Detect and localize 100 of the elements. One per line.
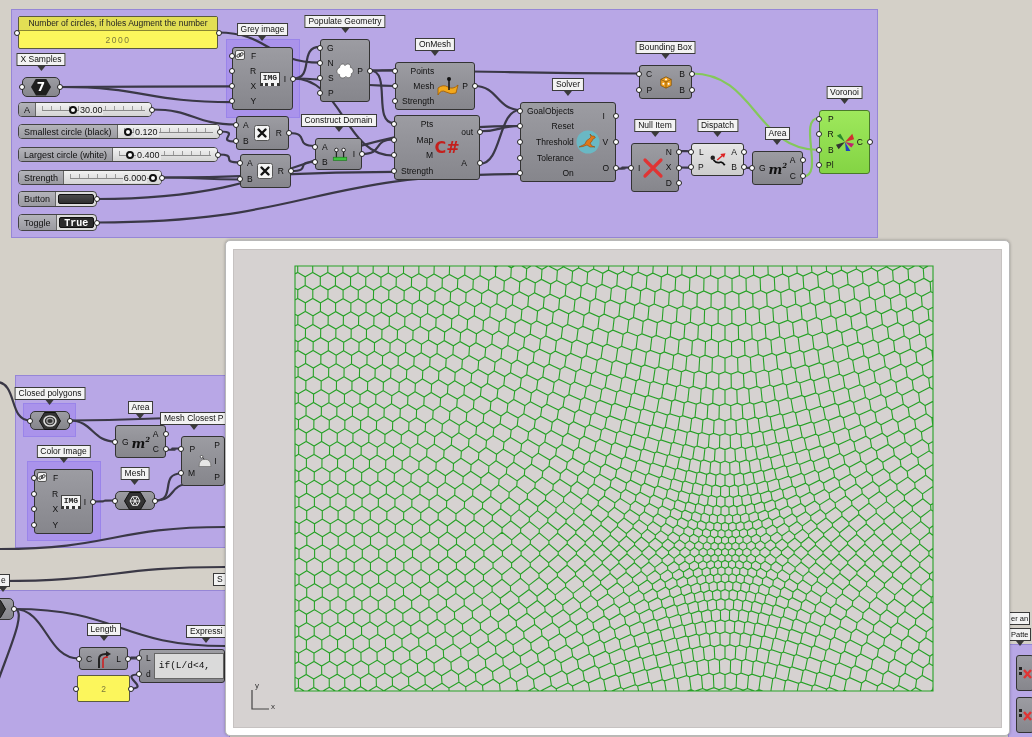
port-icon[interactable] (136, 671, 142, 677)
component-node[interactable]: I N X D (631, 143, 679, 192)
port-icon[interactable] (31, 490, 37, 497)
port-icon[interactable] (31, 506, 37, 513)
port-icon[interactable] (312, 143, 318, 150)
slider-track[interactable]: 0.120 (117, 125, 219, 138)
toggle-node[interactable]: Toggle True (18, 214, 97, 231)
component-node[interactable]: A B R (236, 116, 289, 150)
component-node[interactable]: C P B B (639, 65, 692, 99)
port-icon[interactable] (163, 446, 169, 453)
port-icon[interactable] (73, 685, 79, 692)
port-icon[interactable] (94, 196, 100, 202)
component-node[interactable]: F R X Y IMG I (232, 47, 293, 110)
port-icon[interactable] (689, 87, 695, 93)
port-icon[interactable] (741, 148, 747, 155)
port-icon[interactable] (392, 67, 398, 74)
port-icon[interactable] (317, 44, 323, 51)
slider-thumb[interactable] (126, 150, 135, 159)
component-node[interactable]: A B R (240, 154, 291, 188)
port-icon[interactable] (229, 52, 235, 59)
port-icon[interactable] (317, 90, 323, 97)
component-node[interactable]: A B I (315, 138, 362, 170)
port-icon[interactable] (14, 29, 20, 36)
slider-track[interactable]: 0.400 (113, 148, 217, 161)
component-node[interactable] (1016, 697, 1032, 733)
slider-thumb[interactable] (68, 105, 77, 114)
component-node[interactable]: C L (79, 647, 128, 670)
component-node[interactable]: GoalObjects Reset Threshold Tolerance On I V O (520, 102, 616, 182)
port-icon[interactable] (359, 151, 365, 157)
component-node[interactable] (1016, 655, 1032, 691)
port-icon[interactable] (517, 139, 523, 145)
slider-track[interactable]: 30.00 (36, 103, 151, 116)
port-icon[interactable] (800, 157, 806, 163)
component-node[interactable]: F R X Y IMG I (34, 469, 93, 534)
button-node[interactable]: Button (18, 191, 97, 207)
port-icon[interactable] (367, 67, 373, 74)
port-icon[interactable] (57, 84, 63, 90)
port-icon[interactable] (391, 152, 397, 159)
port-icon[interactable] (517, 170, 523, 177)
port-icon[interactable] (477, 160, 483, 167)
port-icon[interactable] (613, 113, 619, 119)
port-icon[interactable] (152, 497, 158, 504)
port-icon[interactable] (233, 122, 239, 128)
port-icon[interactable] (229, 83, 235, 90)
port-icon[interactable] (90, 498, 96, 505)
port-icon[interactable] (159, 174, 165, 181)
port-icon[interactable] (128, 685, 134, 692)
port-icon[interactable] (215, 151, 221, 158)
port-icon[interactable] (237, 176, 243, 182)
port-icon[interactable] (816, 131, 822, 138)
number-slider[interactable]: Strength 6.000 (18, 170, 162, 185)
port-icon[interactable] (816, 146, 822, 153)
port-icon[interactable] (31, 522, 37, 529)
port-icon[interactable] (676, 180, 682, 187)
port-icon[interactable] (392, 83, 398, 89)
port-icon[interactable] (229, 98, 235, 105)
viewport-background[interactable]: y x (233, 249, 1002, 728)
param-node[interactable] (30, 411, 70, 430)
port-icon[interactable] (178, 470, 184, 476)
port-icon[interactable] (391, 120, 397, 127)
port-icon[interactable] (229, 67, 235, 74)
port-icon[interactable] (216, 29, 222, 36)
slider-thumb[interactable] (149, 173, 158, 182)
component-node[interactable]: G N S P P (320, 39, 370, 102)
port-icon[interactable] (391, 136, 397, 143)
port-icon[interactable] (237, 160, 243, 166)
port-icon[interactable] (628, 164, 634, 171)
port-icon[interactable] (286, 130, 292, 136)
component-node[interactable]: L P A B (691, 143, 744, 176)
toggle-switch[interactable]: True (58, 217, 94, 228)
port-icon[interactable] (392, 98, 398, 105)
panel-node[interactable]: Number of circles, if holes Augment the number 2000 (18, 16, 218, 49)
port-icon[interactable] (613, 165, 619, 171)
slider-track[interactable]: 6.000 (64, 171, 161, 184)
port-icon[interactable] (11, 606, 17, 612)
port-icon[interactable] (149, 106, 155, 113)
port-icon[interactable] (290, 75, 296, 82)
port-icon[interactable] (517, 154, 523, 161)
panel-node[interactable]: 2 (77, 675, 130, 702)
port-icon[interactable] (112, 438, 118, 445)
port-icon[interactable] (800, 173, 806, 179)
port-icon[interactable] (613, 139, 619, 145)
number-slider[interactable]: Smallest circle (black) 0.120 (18, 124, 220, 139)
port-icon[interactable] (636, 71, 642, 77)
port-icon[interactable] (31, 474, 37, 481)
component-node[interactable]: Points Mesh Strength P (395, 62, 475, 110)
port-icon[interactable] (472, 83, 478, 89)
port-icon[interactable] (816, 115, 822, 122)
component-node[interactable]: P R B Pl C (819, 110, 870, 174)
port-icon[interactable] (477, 128, 483, 135)
port-icon[interactable] (517, 107, 523, 114)
param-node[interactable]: 7 (22, 77, 60, 97)
port-icon[interactable] (217, 128, 223, 135)
port-icon[interactable] (312, 158, 318, 165)
port-icon[interactable] (636, 87, 642, 93)
port-icon[interactable] (94, 219, 100, 226)
port-icon[interactable] (19, 84, 25, 90)
port-icon[interactable] (288, 168, 294, 174)
port-icon[interactable] (317, 59, 323, 66)
number-slider[interactable]: A 30.00 (18, 102, 152, 117)
